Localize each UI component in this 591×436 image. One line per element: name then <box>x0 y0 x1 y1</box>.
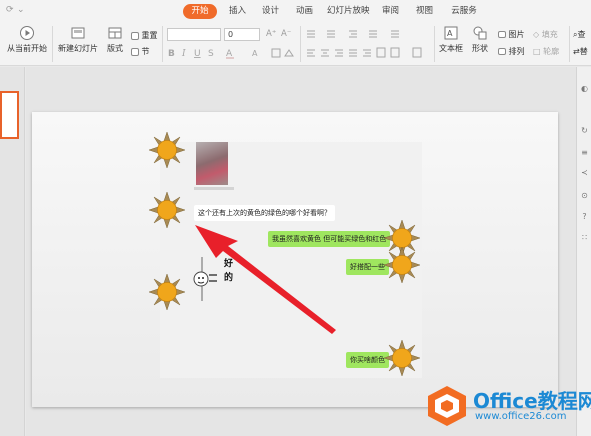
apps-icon[interactable]: ∷ <box>580 233 589 242</box>
play-from-current-label: 从当前开始 <box>7 44 47 53</box>
reply-bubble-3: 你买啥颜色 <box>346 352 389 368</box>
reply-bubble-1: 我虽然喜欢黄色 但可能买绿色和红色 <box>268 231 391 247</box>
watermark-url: www.office26.com <box>475 411 567 422</box>
replace-button[interactable]: ⇄替 <box>573 46 588 57</box>
sun-shape-2[interactable] <box>149 192 185 228</box>
picture-icon <box>498 31 506 38</box>
outline-label: 轮廓 <box>543 47 560 56</box>
new-slide-label: 新建幻灯片 <box>58 44 98 53</box>
arrange-button[interactable]: 排列 <box>498 46 525 57</box>
text-format-icons[interactable]: B I U S A A <box>168 47 296 59</box>
reset-icon <box>131 31 139 40</box>
office-logo-icon <box>428 386 466 426</box>
editing-canvas: 这个还有上次的黄色的绿色的哪个好看啊？ 我虽然喜欢黄色 但可能买绿色和红色 好搭… <box>26 67 576 436</box>
right-sidebar: ◐ ↻ ≡ ≺ ⊙ ? ∷ <box>576 67 591 436</box>
paragraph-icons[interactable] <box>305 28 430 62</box>
quick-access-menu-icon[interactable]: ⌄ <box>17 5 25 15</box>
new-slide-icon <box>71 27 85 39</box>
tab-review[interactable]: 审阅 <box>376 4 404 19</box>
settings-icon[interactable]: ≡ <box>580 148 589 157</box>
tab-slideshow[interactable]: 幻灯片放映 <box>321 4 373 19</box>
reset-label: 重置 <box>141 31 158 40</box>
backup-icon[interactable]: ⊙ <box>580 191 589 200</box>
fill-label: 填充 <box>541 30 558 39</box>
shrink-font-icon[interactable]: A⁻ <box>281 29 291 39</box>
svg-text:A: A <box>252 49 258 58</box>
watermark: Office教程网 www.office26.com <box>426 382 591 432</box>
new-slide-button[interactable]: 新建幻灯片 <box>57 25 99 54</box>
svg-text:S: S <box>208 49 214 59</box>
watermark-title: Office教程网 <box>473 389 591 413</box>
textbox-label: 文本框 <box>439 44 463 53</box>
svg-text:B: B <box>168 49 175 59</box>
tab-design[interactable]: 设计 <box>256 4 284 19</box>
fill-button[interactable]: ◇ 填充 <box>533 29 558 40</box>
section-button[interactable]: 节 <box>131 46 150 57</box>
picture-button[interactable]: 图片 <box>498 29 525 40</box>
find-button[interactable]: ⌕查 <box>573 29 585 40</box>
reply-bubble-2: 好搭配一些 <box>346 259 389 275</box>
picture-label: 图片 <box>508 30 525 39</box>
quick-access-redo-icon[interactable]: ⟳ <box>6 5 14 15</box>
tab-animation[interactable]: 动画 <box>290 4 318 19</box>
arrange-label: 排列 <box>508 47 525 56</box>
font-size-field[interactable]: 0 <box>224 28 260 41</box>
layout-button[interactable]: 版式 <box>104 25 126 54</box>
replace-label: 替 <box>579 47 588 56</box>
tab-insert[interactable]: 插入 <box>223 4 251 19</box>
slide-thumbnail-pane <box>0 67 25 436</box>
slide-thumbnail[interactable] <box>0 91 19 139</box>
sun-shape-5[interactable] <box>384 247 420 283</box>
layout-label: 版式 <box>107 44 123 53</box>
question-bubble: 这个还有上次的黄色的绿色的哪个好看啊？ <box>194 205 335 221</box>
title-tab-bar: ⟳ ⌄ 开始 插入 设计 动画 幻灯片放映 审阅 视图 云服务 <box>0 0 591 22</box>
emoji-caption: 好的 <box>224 259 234 283</box>
textbox-button[interactable]: A 文本框 <box>438 25 464 54</box>
ribbon-toolbar: 从当前开始 新建幻灯片 版式 重置 节 0 A⁺ A⁻ B I U S A A <box>0 22 591 66</box>
svg-text:U: U <box>194 49 201 59</box>
arrange-icon <box>498 48 506 55</box>
font-name-field[interactable] <box>167 28 221 41</box>
svg-text:I: I <box>181 49 186 59</box>
shape-label: 形状 <box>472 44 488 53</box>
chat-screenshot[interactable]: 这个还有上次的黄色的绿色的哪个好看啊？ 我虽然喜欢黄色 但可能买绿色和红色 好搭… <box>160 142 422 378</box>
tab-home[interactable]: 开始 <box>183 4 217 19</box>
svg-text:A: A <box>447 29 453 38</box>
outline-button[interactable]: □ 轮廓 <box>533 46 559 57</box>
find-label: 查 <box>577 30 586 39</box>
tab-cloud[interactable]: 云服务 <box>444 4 484 19</box>
grow-font-icon[interactable]: A⁺ <box>266 29 276 39</box>
bag-photo <box>196 142 228 185</box>
animation-icon[interactable]: ↻ <box>580 126 589 135</box>
emoji-sticker <box>193 257 217 301</box>
shape-button[interactable]: 形状 <box>468 25 492 54</box>
share-icon[interactable]: ≺ <box>580 168 589 177</box>
fill-icon: ◇ <box>533 30 540 39</box>
sun-shape-1[interactable] <box>149 132 185 168</box>
reset-button[interactable]: 重置 <box>131 30 158 41</box>
outline-icon: □ <box>533 47 541 56</box>
photo-caption <box>194 187 234 190</box>
property-icon[interactable]: ◐ <box>580 84 589 93</box>
section-icon <box>131 47 139 56</box>
sun-shape-6[interactable] <box>384 340 420 376</box>
shape-icon <box>473 26 487 40</box>
help-icon[interactable]: ? <box>580 212 589 221</box>
tab-view[interactable]: 视图 <box>410 4 438 19</box>
section-label: 节 <box>141 47 150 56</box>
sun-shape-3[interactable] <box>149 274 185 310</box>
play-from-current-button[interactable]: 从当前开始 <box>4 25 50 54</box>
textbox-icon: A <box>444 26 458 40</box>
play-icon <box>20 26 34 40</box>
slide[interactable]: 这个还有上次的黄色的绿色的哪个好看啊？ 我虽然喜欢黄色 但可能买绿色和红色 好搭… <box>32 112 558 407</box>
replace-icon: ⇄ <box>573 47 580 56</box>
layout-icon <box>108 27 122 39</box>
